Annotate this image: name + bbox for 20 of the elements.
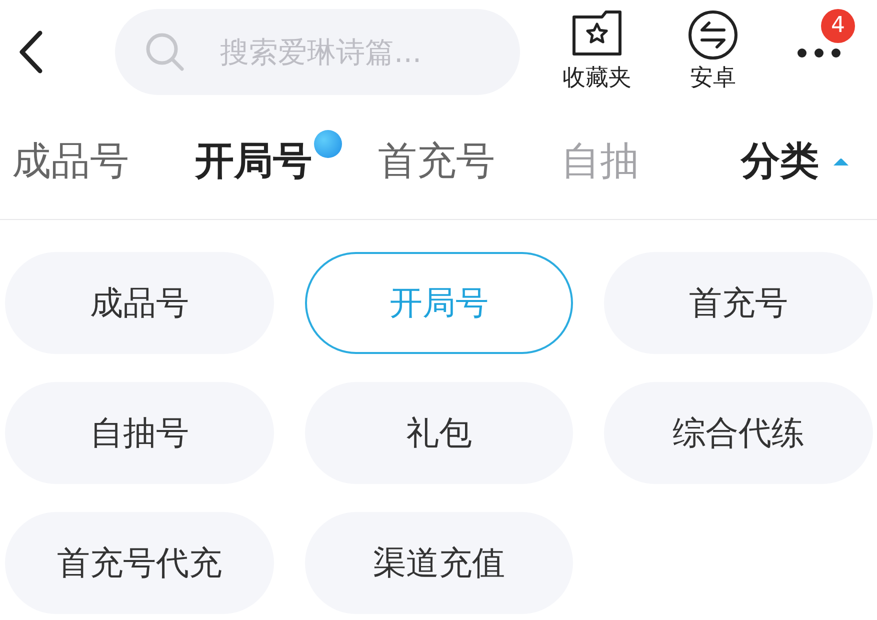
more-icon bbox=[797, 48, 841, 58]
category-toggle[interactable]: 分类 bbox=[741, 138, 850, 186]
category-chip[interactable]: 综合代练 bbox=[604, 382, 873, 484]
category-chip[interactable]: 渠道充值 bbox=[304, 512, 574, 614]
category-chip[interactable]: 首充号代充 bbox=[5, 512, 274, 614]
search-icon bbox=[145, 32, 185, 72]
tab[interactable]: 开局号 bbox=[195, 138, 312, 186]
chevron-left-icon bbox=[18, 30, 44, 74]
tab[interactable]: 成品号 bbox=[12, 138, 129, 186]
notification-badge: 4 bbox=[821, 9, 855, 43]
category-chip[interactable]: 首充号 bbox=[604, 252, 873, 354]
favorites-button[interactable]: 收藏夹 bbox=[555, 10, 639, 94]
category-chip[interactable]: 自抽号 bbox=[5, 382, 274, 484]
more-button[interactable]: 4 bbox=[791, 9, 857, 95]
platform-button[interactable]: 安卓 bbox=[681, 10, 745, 94]
folder-star-icon bbox=[572, 10, 622, 56]
tab[interactable]: 首充号 bbox=[378, 138, 495, 186]
category-chip[interactable]: 成品号 bbox=[5, 252, 274, 354]
swap-arrows-icon bbox=[688, 10, 738, 60]
category-chip[interactable]: 礼包 bbox=[304, 382, 574, 484]
